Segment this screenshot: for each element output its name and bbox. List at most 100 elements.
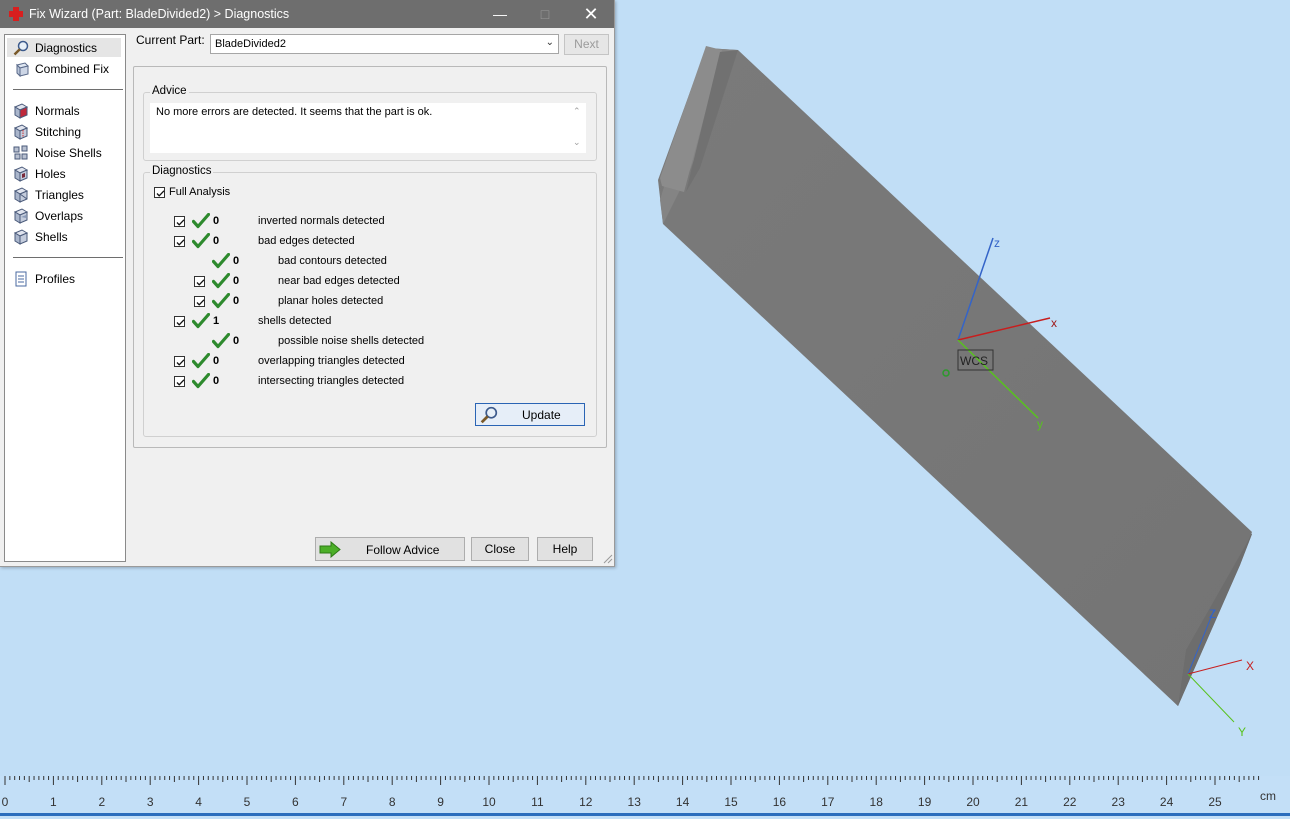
title-bar[interactable]: Fix Wizard (Part: BladeDivided2) > Diagn… [0,0,614,28]
diagnostic-count: 0 [213,235,220,247]
diagnostic-checkbox[interactable] [194,276,205,287]
nav-item-noise-shells[interactable]: Noise Shells [7,143,121,162]
close-icon[interactable]: ✕ [568,0,614,28]
red-cross-icon [9,7,23,21]
ruler-tick-label: 8 [389,795,396,809]
diagnostic-checkbox[interactable] [174,316,185,327]
current-part-value: BladeDivided2 [215,38,286,50]
arrow-right-icon [319,541,341,558]
ruler-tick-label: 22 [1063,795,1077,809]
nav-divider [13,257,123,258]
nav-item-combined-fix[interactable]: Combined Fix [7,59,121,78]
wcs-axis-x-label: x [1051,316,1057,330]
diagnostic-label: overlapping triangles detected [258,355,405,367]
nav-item-diagnostics[interactable]: Diagnostics [7,38,121,57]
diagnostic-count: 1 [213,315,220,327]
diagnostic-label: bad edges detected [258,235,355,247]
ruler-tick-label: 19 [918,795,932,809]
diagnostic-count: 0 [233,295,240,307]
help-button[interactable]: Help [537,537,593,561]
scroll-up-icon[interactable]: ⌃ [573,106,581,117]
diagnostic-count: 0 [233,255,240,267]
nav-label: Stitching [35,125,82,139]
diagnostic-checkbox[interactable] [174,356,185,367]
nav-label: Noise Shells [35,146,102,160]
wcs-axis-y-label: y [1037,417,1043,431]
nav-label: Combined Fix [35,62,110,76]
ruler-tick-label: 1 [50,795,57,809]
ruler-tick-label: 7 [340,795,347,809]
diagnostic-label: planar holes detected [278,295,384,307]
nav-label: Shells [35,230,68,244]
resize-grip-icon[interactable] [603,554,613,564]
nav-item-shells[interactable]: Shells [7,227,121,246]
update-button[interactable]: Update [475,403,585,426]
ok-check-icon [191,352,211,369]
nav-item-triangles[interactable]: Triangles [7,185,121,204]
ruler-tick-label: 23 [1112,795,1126,809]
checkmark-icon [176,219,185,226]
ruler-tick-label: 6 [292,795,299,809]
ruler-unit-label: cm [1260,789,1276,803]
ruler-tick-label: 4 [195,795,202,809]
checkmark-icon [176,359,185,366]
nav-label: Diagnostics [35,41,98,55]
ok-check-icon [191,212,211,229]
nav-label: Profiles [35,272,76,286]
close-button[interactable]: Close [471,537,529,561]
ok-check-icon [211,272,231,289]
nav-item-profiles[interactable]: Profiles [7,269,121,288]
nav-divider [13,89,123,90]
triangles-cube-icon [13,187,29,203]
ok-check-icon [191,372,211,389]
ruler-tick-label: 21 [1015,795,1029,809]
ruler-tick-label: 18 [870,795,884,809]
follow-advice-button[interactable]: Follow Advice [315,537,465,561]
ruler-tick-label: 24 [1160,795,1174,809]
ok-check-icon [191,312,211,329]
ruler-tick-label: 10 [482,795,496,809]
ruler-tick-label: 12 [579,795,593,809]
document-icon [15,271,27,287]
magnifier-icon [13,40,29,56]
overlaps-cube-icon [13,208,29,224]
scroll-down-icon[interactable]: ⌄ [573,137,581,148]
magnifier-icon [480,406,498,424]
diagnostic-count: 0 [233,275,240,287]
fix-wizard-dialog: Fix Wizard (Part: BladeDivided2) > Diagn… [0,0,615,567]
diagnostic-checkbox[interactable] [174,216,185,227]
next-button[interactable]: Next [564,34,609,55]
nav-item-holes[interactable]: Holes [7,164,121,183]
nav-label: Normals [35,104,80,118]
ok-check-icon [211,252,231,269]
corner-axis-x-label: X [1246,659,1254,673]
ruler-scale: 0 1 2 3 4 5 6 7 8 9 10 11 12 13 14 15 16 17 18 19 20 21 22 23 24… [2,776,1276,809]
maximize-icon[interactable]: □ [522,0,568,28]
diagnostic-checkbox[interactable] [174,236,185,247]
nav-item-stitching[interactable]: Stitching [7,122,121,141]
ruler-tick-label: 2 [98,795,105,809]
diagnostic-count: 0 [213,355,220,367]
nav-item-normals[interactable]: Normals [7,101,121,120]
current-part-select[interactable]: BladeDivided2 ⌄ [210,34,559,54]
diagnostic-label: inverted normals detected [258,215,385,227]
nav-item-overlaps[interactable]: Overlaps [7,206,121,225]
ruler-tick-label: 9 [437,795,444,809]
wcs-label: WCS [960,354,988,368]
diagnostic-checkbox[interactable] [174,376,185,387]
follow-advice-label: Follow Advice [366,543,440,557]
full-analysis-checkbox[interactable] [154,187,165,198]
update-label: Update [522,408,561,422]
diagnostic-count: 0 [233,335,240,347]
ruler-tick-label: 5 [244,795,251,809]
full-analysis-label: Full Analysis [169,186,231,198]
ruler: 0 1 2 3 4 5 6 7 8 9 10 11 12 13 14 15 16 17 18 19 20 21 22 23 24… [0,776,1290,816]
minimize-icon[interactable]: — [477,0,523,28]
checkmark-icon [196,299,205,306]
nav-label: Overlaps [35,209,84,223]
ruler-tick-label: 20 [966,795,980,809]
diagnostic-checkbox[interactable] [194,296,205,307]
diagnostics-title: Diagnostics [150,165,214,177]
current-part-label: Current Part: [136,33,205,47]
stitching-cube-icon [13,124,29,140]
